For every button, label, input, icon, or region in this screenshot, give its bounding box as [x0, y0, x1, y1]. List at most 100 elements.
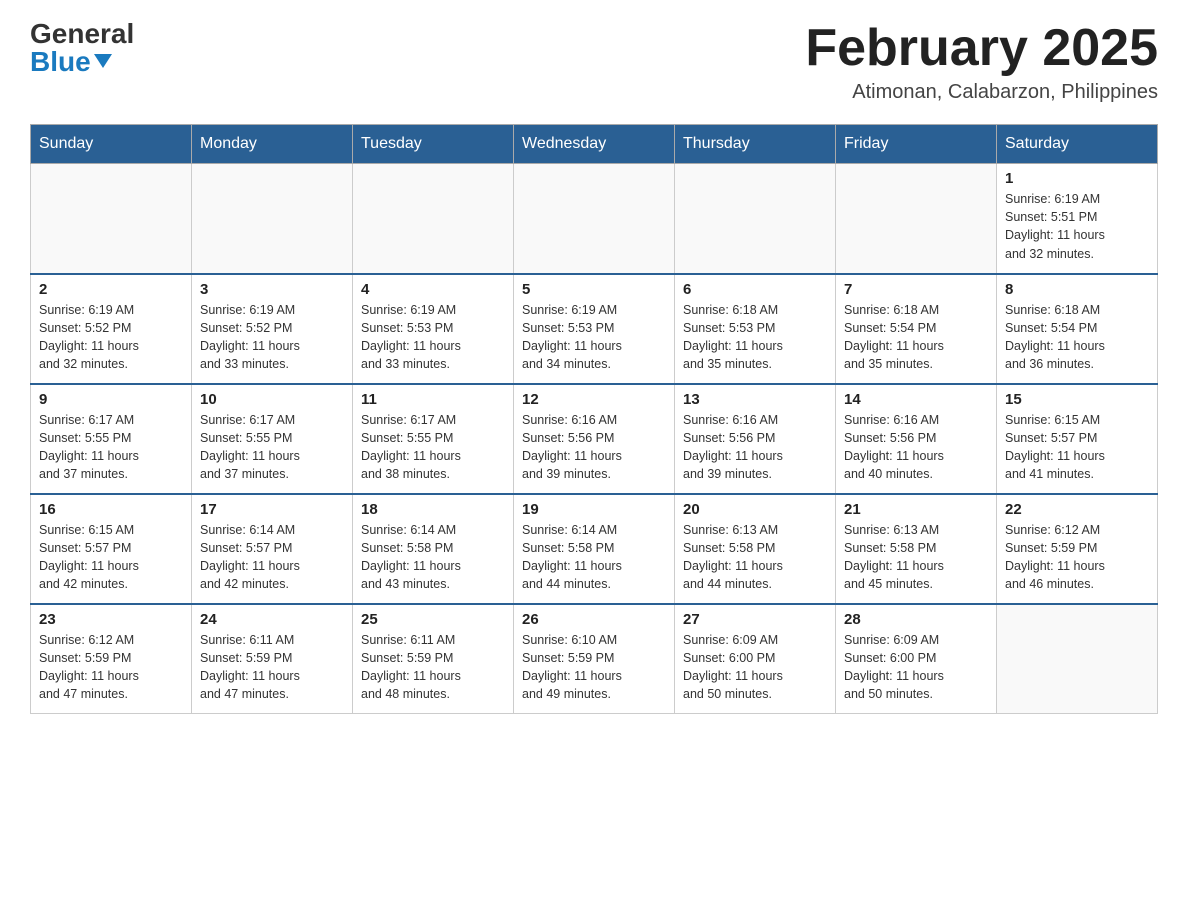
day-number: 15 [1005, 391, 1149, 408]
calendar-week-row: 1 Sunrise: 6:19 AM Sunset: 5:51 PM Daylig… [31, 164, 1158, 274]
day-number: 2 [39, 281, 183, 298]
logo-triangle-icon [94, 54, 112, 68]
table-row [997, 604, 1158, 714]
col-thursday: Thursday [675, 125, 836, 164]
day-info: Sunrise: 6:19 AM Sunset: 5:53 PM Dayligh… [522, 301, 666, 374]
table-row [675, 164, 836, 274]
table-row: 19 Sunrise: 6:14 AM Sunset: 5:58 PM Dayli… [514, 494, 675, 604]
day-info: Sunrise: 6:10 AM Sunset: 5:59 PM Dayligh… [522, 631, 666, 704]
table-row: 11 Sunrise: 6:17 AM Sunset: 5:55 PM Dayli… [353, 384, 514, 494]
day-number: 22 [1005, 501, 1149, 518]
day-info: Sunrise: 6:13 AM Sunset: 5:58 PM Dayligh… [683, 521, 827, 594]
day-info: Sunrise: 6:18 AM Sunset: 5:53 PM Dayligh… [683, 301, 827, 374]
table-row [836, 164, 997, 274]
day-info: Sunrise: 6:19 AM Sunset: 5:52 PM Dayligh… [39, 301, 183, 374]
day-number: 7 [844, 281, 988, 298]
table-row: 4 Sunrise: 6:19 AM Sunset: 5:53 PM Daylig… [353, 274, 514, 384]
day-number: 11 [361, 391, 505, 408]
calendar-week-row: 16 Sunrise: 6:15 AM Sunset: 5:57 PM Dayli… [31, 494, 1158, 604]
table-row: 21 Sunrise: 6:13 AM Sunset: 5:58 PM Dayli… [836, 494, 997, 604]
col-monday: Monday [192, 125, 353, 164]
day-info: Sunrise: 6:17 AM Sunset: 5:55 PM Dayligh… [361, 411, 505, 484]
month-title: February 2025 [805, 20, 1158, 77]
day-number: 27 [683, 611, 827, 628]
table-row: 22Sunrise: 6:12 AM Sunset: 5:59 PM Dayli… [997, 494, 1158, 604]
day-info: Sunrise: 6:15 AM Sunset: 5:57 PM Dayligh… [1005, 411, 1149, 484]
day-info: Sunrise: 6:17 AM Sunset: 5:55 PM Dayligh… [200, 411, 344, 484]
day-info: Sunrise: 6:16 AM Sunset: 5:56 PM Dayligh… [683, 411, 827, 484]
day-number: 5 [522, 281, 666, 298]
table-row: 7 Sunrise: 6:18 AM Sunset: 5:54 PM Daylig… [836, 274, 997, 384]
day-info: Sunrise: 6:12 AM Sunset: 5:59 PM Dayligh… [39, 631, 183, 704]
day-number: 25 [361, 611, 505, 628]
table-row [353, 164, 514, 274]
col-friday: Friday [836, 125, 997, 164]
day-number: 4 [361, 281, 505, 298]
table-row: 15 Sunrise: 6:15 AM Sunset: 5:57 PM Dayli… [997, 384, 1158, 494]
day-number: 8 [1005, 281, 1149, 298]
table-row: 18Sunrise: 6:14 AM Sunset: 5:58 PM Dayli… [353, 494, 514, 604]
table-row: 2 Sunrise: 6:19 AM Sunset: 5:52 PM Daylig… [31, 274, 192, 384]
day-number: 1 [1005, 170, 1149, 187]
day-number: 24 [200, 611, 344, 628]
day-number: 23 [39, 611, 183, 628]
table-row [192, 164, 353, 274]
day-info: Sunrise: 6:14 AM Sunset: 5:57 PM Dayligh… [200, 521, 344, 594]
day-number: 20 [683, 501, 827, 518]
table-row: 3Sunrise: 6:19 AM Sunset: 5:52 PM Daylig… [192, 274, 353, 384]
calendar-table: Sunday Monday Tuesday Wednesday Thursday… [30, 124, 1158, 714]
table-row: 28Sunrise: 6:09 AM Sunset: 6:00 PM Dayli… [836, 604, 997, 714]
day-number: 9 [39, 391, 183, 408]
day-number: 10 [200, 391, 344, 408]
table-row: 20 Sunrise: 6:13 AM Sunset: 5:58 PM Dayli… [675, 494, 836, 604]
day-number: 28 [844, 611, 988, 628]
col-saturday: Saturday [997, 125, 1158, 164]
day-info: Sunrise: 6:11 AM Sunset: 5:59 PM Dayligh… [361, 631, 505, 704]
table-row: 13 Sunrise: 6:16 AM Sunset: 5:56 PM Dayli… [675, 384, 836, 494]
day-info: Sunrise: 6:16 AM Sunset: 5:56 PM Dayligh… [522, 411, 666, 484]
col-tuesday: Tuesday [353, 125, 514, 164]
page-header: General Blue February 2025 Atimonan, Cal… [30, 20, 1158, 104]
title-block: February 2025 Atimonan, Calabarzon, Phil… [805, 20, 1158, 104]
day-info: Sunrise: 6:18 AM Sunset: 5:54 PM Dayligh… [844, 301, 988, 374]
day-info: Sunrise: 6:14 AM Sunset: 5:58 PM Dayligh… [361, 521, 505, 594]
day-number: 6 [683, 281, 827, 298]
day-info: Sunrise: 6:17 AM Sunset: 5:55 PM Dayligh… [39, 411, 183, 484]
table-row: 25 Sunrise: 6:11 AM Sunset: 5:59 PM Dayli… [353, 604, 514, 714]
table-row [514, 164, 675, 274]
day-info: Sunrise: 6:09 AM Sunset: 6:00 PM Dayligh… [683, 631, 827, 704]
col-wednesday: Wednesday [514, 125, 675, 164]
day-info: Sunrise: 6:18 AM Sunset: 5:54 PM Dayligh… [1005, 301, 1149, 374]
logo-blue: Blue [30, 48, 134, 76]
table-row: 5 Sunrise: 6:19 AM Sunset: 5:53 PM Daylig… [514, 274, 675, 384]
day-number: 13 [683, 391, 827, 408]
table-row: 16 Sunrise: 6:15 AM Sunset: 5:57 PM Dayli… [31, 494, 192, 604]
logo: General Blue [30, 20, 134, 76]
table-row: 17Sunrise: 6:14 AM Sunset: 5:57 PM Dayli… [192, 494, 353, 604]
calendar-week-row: 23 Sunrise: 6:12 AM Sunset: 5:59 PM Dayli… [31, 604, 1158, 714]
day-info: Sunrise: 6:14 AM Sunset: 5:58 PM Dayligh… [522, 521, 666, 594]
table-row: 24 Sunrise: 6:11 AM Sunset: 5:59 PM Dayli… [192, 604, 353, 714]
table-row: 23 Sunrise: 6:12 AM Sunset: 5:59 PM Dayli… [31, 604, 192, 714]
table-row: 1 Sunrise: 6:19 AM Sunset: 5:51 PM Daylig… [997, 164, 1158, 274]
day-info: Sunrise: 6:15 AM Sunset: 5:57 PM Dayligh… [39, 521, 183, 594]
day-number: 12 [522, 391, 666, 408]
logo-general: General [30, 20, 134, 48]
day-number: 19 [522, 501, 666, 518]
day-info: Sunrise: 6:19 AM Sunset: 5:51 PM Dayligh… [1005, 190, 1149, 263]
day-info: Sunrise: 6:13 AM Sunset: 5:58 PM Dayligh… [844, 521, 988, 594]
table-row: 27 Sunrise: 6:09 AM Sunset: 6:00 PM Dayli… [675, 604, 836, 714]
table-row: 8 Sunrise: 6:18 AM Sunset: 5:54 PM Daylig… [997, 274, 1158, 384]
day-number: 26 [522, 611, 666, 628]
location-title: Atimonan, Calabarzon, Philippines [805, 81, 1158, 104]
day-number: 3 [200, 281, 344, 298]
day-info: Sunrise: 6:11 AM Sunset: 5:59 PM Dayligh… [200, 631, 344, 704]
table-row [31, 164, 192, 274]
col-sunday: Sunday [31, 125, 192, 164]
calendar-header-row: Sunday Monday Tuesday Wednesday Thursday… [31, 125, 1158, 164]
day-number: 16 [39, 501, 183, 518]
day-number: 21 [844, 501, 988, 518]
calendar-week-row: 9 Sunrise: 6:17 AM Sunset: 5:55 PM Daylig… [31, 384, 1158, 494]
day-number: 14 [844, 391, 988, 408]
day-info: Sunrise: 6:19 AM Sunset: 5:53 PM Dayligh… [361, 301, 505, 374]
